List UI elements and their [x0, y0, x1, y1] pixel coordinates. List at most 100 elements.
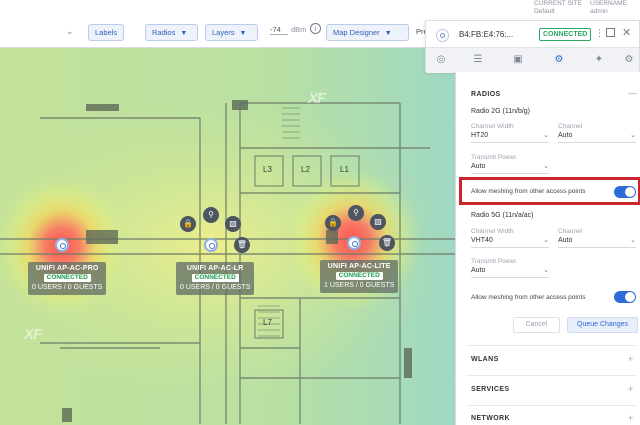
- radios-dropdown[interactable]: Radios ▼: [145, 24, 198, 41]
- locate-icon[interactable]: ⚲: [348, 205, 364, 221]
- channel-select-2g[interactable]: Auto ⌄: [558, 132, 636, 143]
- signal-chart-icon[interactable]: ▧: [370, 214, 386, 230]
- map-designer-dropdown[interactable]: Map Designer ▼: [326, 24, 409, 41]
- radios-section-header[interactable]: RADIOS: [471, 91, 501, 98]
- divider: [466, 375, 636, 376]
- ap-name: UNIFI AP-AC-LR: [186, 265, 244, 272]
- close-icon[interactable]: ✕: [622, 26, 631, 39]
- chevron-down-icon: ▼: [384, 30, 392, 37]
- settings-tab-icon[interactable]: ⚙: [622, 54, 636, 66]
- watermark: XF: [24, 326, 42, 343]
- overview-tab-icon[interactable]: ◎: [434, 54, 448, 66]
- meshing-toggle-5g[interactable]: [614, 291, 636, 303]
- channel-width-select-5g[interactable]: VHT40 ⌄: [471, 237, 549, 248]
- divider: [466, 345, 636, 346]
- config-tab-icon[interactable]: ⚙: [552, 54, 566, 66]
- chevron-down-icon[interactable]: ⌄: [66, 26, 74, 37]
- collapse-icon[interactable]: —: [628, 88, 637, 98]
- ap-label-ac-lite[interactable]: UNIFI AP-AC-LITE CONNECTED 1 USERS / 0 G…: [320, 260, 399, 293]
- device-tabs: ◎ ☰ ▣ ⚙ ✦ ⚙: [426, 47, 639, 73]
- ap-status-badge: CONNECTED: [191, 274, 239, 282]
- floor-map[interactable]: XF XF L3 L2 L1 L7 UNIFI AP-AC-PRO CONNEC…: [0, 48, 455, 425]
- cancel-button[interactable]: Cancel: [513, 317, 560, 333]
- channel-width-select-2g[interactable]: HT20 ⌄: [471, 132, 549, 143]
- layers-dropdown[interactable]: Layers ▼: [205, 24, 258, 41]
- room-label: L7: [263, 318, 272, 327]
- ap-device-icon: [436, 29, 449, 42]
- ap-name: UNIFI AP-AC-LITE: [327, 263, 391, 270]
- channel-select-5g[interactable]: Auto ⌄: [558, 237, 636, 248]
- queue-changes-label: Queue Changes: [577, 321, 628, 328]
- chevron-down-icon: ⌄: [630, 132, 636, 139]
- chevron-down-icon: ▼: [180, 30, 188, 37]
- ap-marker-ac-pro[interactable]: [55, 238, 69, 252]
- list-tab-icon[interactable]: ☰: [471, 54, 485, 66]
- expand-icon[interactable]: [606, 28, 615, 37]
- device-status-badge: CONNECTED: [539, 28, 592, 41]
- chevron-down-icon: ⌄: [543, 267, 549, 274]
- wlans-section-header[interactable]: WLANS: [471, 356, 499, 363]
- ap-label-ac-lr[interactable]: UNIFI AP-AC-LR CONNECTED 0 USERS / 0 GUE…: [176, 262, 255, 295]
- trash-icon[interactable]: 🗑: [379, 235, 395, 251]
- radios-dropdown-label: Radios: [152, 28, 176, 37]
- expand-plus-icon[interactable]: +: [628, 413, 633, 423]
- map-designer-label: Map Designer: [333, 28, 380, 37]
- tx-power-select-5g[interactable]: Auto ⌄: [471, 267, 549, 278]
- divider: [466, 405, 636, 406]
- username-value[interactable]: admin: [590, 8, 608, 16]
- channel-value: Auto: [558, 237, 573, 244]
- radio-5g-title: Radio 5G (11n/a/ac): [471, 212, 534, 219]
- radio-2g-title: Radio 2G (11n/b/g): [471, 108, 531, 115]
- stats-tab-icon[interactable]: ▣: [511, 54, 525, 66]
- lock-icon[interactable]: 🔒: [325, 215, 341, 231]
- room-label: L3: [263, 165, 272, 174]
- channel-width-label: Channel Width: [471, 123, 514, 130]
- info-icon[interactable]: i: [310, 23, 321, 34]
- network-section-header[interactable]: NETWORK: [471, 415, 510, 422]
- meshing-label-5g: Allow meshing from other access points: [471, 294, 586, 301]
- expand-plus-icon[interactable]: +: [628, 354, 633, 364]
- ap-name: UNIFI AP-AC-PRO: [35, 265, 99, 272]
- more-icon[interactable]: ⋮: [595, 28, 604, 39]
- ap-marker-ac-lite[interactable]: [347, 236, 361, 250]
- signal-chart-icon[interactable]: ▧: [225, 216, 241, 232]
- chevron-down-icon: ▼: [239, 30, 247, 37]
- current-site-value[interactable]: Default: [534, 8, 555, 16]
- tx-power-value: Auto: [471, 267, 486, 274]
- dbm-unit: dBm: [291, 25, 307, 34]
- chevron-down-icon: ⌄: [630, 237, 636, 244]
- channel-label: Channel: [558, 228, 583, 235]
- ap-label-ac-pro[interactable]: UNIFI AP-AC-PRO CONNECTED 0 USERS / 0 GU…: [28, 262, 107, 295]
- services-section-header[interactable]: SERVICES: [471, 386, 509, 393]
- chevron-down-icon: ⌄: [543, 132, 549, 139]
- lock-icon[interactable]: 🔒: [180, 216, 196, 232]
- channel-value: Auto: [558, 132, 573, 139]
- trash-icon[interactable]: 🗑: [234, 237, 250, 253]
- queue-changes-button[interactable]: Queue Changes: [567, 317, 638, 333]
- watermark: XF: [308, 90, 326, 107]
- expand-plus-icon[interactable]: +: [628, 384, 633, 394]
- cancel-button-label: Cancel: [525, 321, 548, 328]
- ap-users: 0 USERS / 0 GUESTS: [180, 284, 251, 291]
- dbm-threshold[interactable]: -74 dBm: [270, 25, 306, 35]
- channel-width-value: VHT40: [471, 237, 493, 244]
- tx-power-value: Auto: [471, 163, 486, 170]
- ap-marker-ac-lr[interactable]: [204, 238, 218, 252]
- chevron-down-icon: ⌄: [543, 163, 549, 170]
- tx-power-label: Transmit Power: [471, 154, 517, 161]
- labels-button[interactable]: Labels: [88, 24, 125, 41]
- labels-button-label: Labels: [95, 28, 118, 37]
- username-label: USERNAME: [590, 0, 627, 7]
- layers-dropdown-label: Layers: [212, 28, 235, 37]
- locate-icon[interactable]: ⚲: [203, 207, 219, 223]
- channel-width-label: Channel Width: [471, 228, 514, 235]
- dbm-value: -74: [270, 25, 288, 35]
- tx-power-select-2g[interactable]: Auto ⌄: [471, 163, 549, 174]
- device-card: B4:FB:E4:76:... CONNECTED ⋮ ✕ ◎ ☰ ▣ ⚙ ✦ …: [425, 20, 640, 73]
- chevron-down-icon: ⌄: [543, 237, 549, 244]
- config-panel: RADIOS — Radio 2G (11n/b/g) Channel Widt…: [455, 72, 640, 425]
- ap-users: 1 USERS / 0 GUESTS: [324, 282, 395, 289]
- tools-tab-icon[interactable]: ✦: [592, 54, 606, 66]
- meshing-toggle-2g[interactable]: [614, 186, 636, 198]
- channel-width-value: HT20: [471, 132, 489, 139]
